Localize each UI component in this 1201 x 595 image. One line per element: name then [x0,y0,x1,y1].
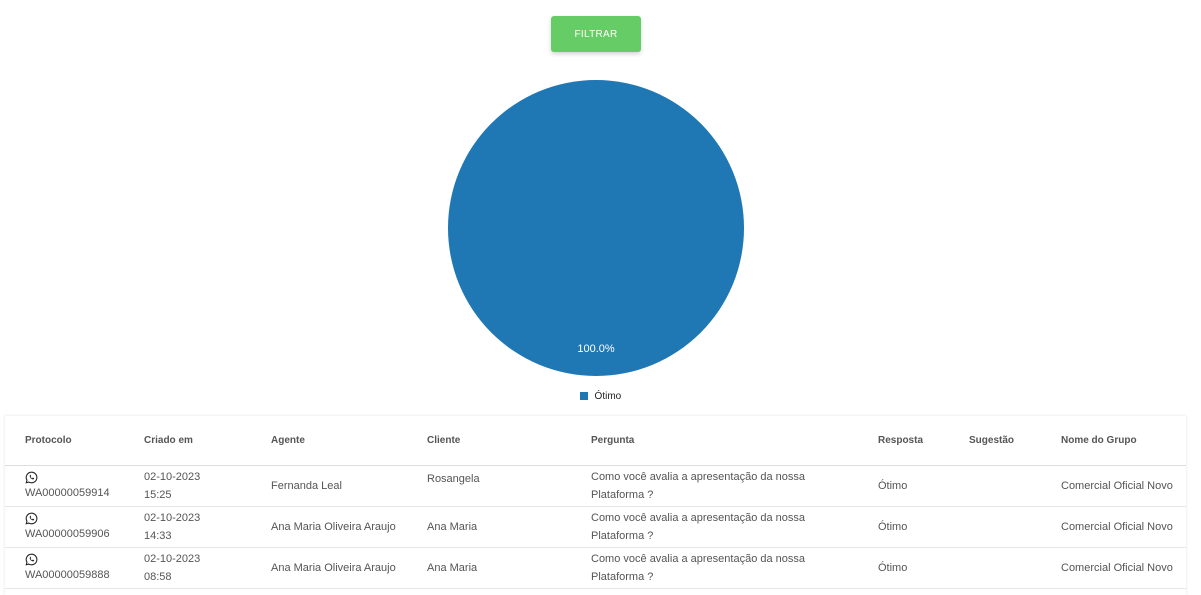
results-table: Protocolo Criado em Agente Cliente Pergu… [5,416,1186,589]
cell-cliente: Ana Maria [407,506,571,548]
table-header-row: Protocolo Criado em Agente Cliente Pergu… [5,416,1186,466]
cell-protocolo: WA00000059906 [5,506,124,548]
created-date: 02-10-2023 [144,552,201,565]
created-time: 08:58 [144,570,172,583]
cell-sugestao [949,465,1041,507]
protocol-number: WA00000059906 [25,527,110,540]
cell-grupo: Comercial Oficial Novo [1041,465,1186,507]
created-time: 15:25 [144,488,172,501]
table-row[interactable]: WA00000059888 02-10-2023 08:58 Ana Maria… [5,547,1186,589]
cell-criado: 02-10-2023 08:58 [124,547,251,589]
cell-pergunta: Como você avalia a apresentação da nossa… [571,465,858,507]
cell-pergunta: Como você avalia a apresentação da nossa… [571,547,858,589]
created-time: 14:33 [144,529,172,542]
whatsapp-icon [25,512,38,525]
col-header-pergunta[interactable]: Pergunta [571,416,858,466]
col-header-grupo[interactable]: Nome do Grupo [1041,416,1186,466]
whatsapp-icon [25,471,38,484]
cell-protocolo: WA00000059914 [5,465,124,507]
col-header-criado[interactable]: Criado em [124,416,251,466]
cell-cliente: Ana Maria [407,547,571,589]
cell-agente: Ana Maria Oliveira Araujo [251,547,407,589]
cell-resposta: Ótimo [858,547,949,589]
cell-grupo: Comercial Oficial Novo [1041,547,1186,589]
legend-label: Ótimo [594,391,622,402]
table-row[interactable]: WA00000059906 02-10-2023 14:33 Ana Maria… [5,506,1186,548]
pie-chart-svg: 100.0% [448,80,744,376]
chart-legend: Ótimo [0,391,1201,402]
filter-button[interactable]: FILTRAR [551,16,641,52]
protocol-number: WA00000059888 [25,568,110,581]
col-header-sugestao[interactable]: Sugestão [949,416,1041,466]
pie-chart: 100.0% [0,60,1201,410]
legend-swatch [579,392,588,400]
whatsapp-icon [25,553,38,566]
col-header-agente[interactable]: Agente [251,416,407,466]
cell-sugestao [949,506,1041,548]
cell-pergunta: Como você avalia a apresentação da nossa… [571,506,858,548]
cell-agente: Ana Maria Oliveira Araujo [251,506,407,548]
col-header-cliente[interactable]: Cliente [407,416,571,466]
results-table-card: Protocolo Criado em Agente Cliente Pergu… [5,416,1186,595]
cell-grupo: Comercial Oficial Novo [1041,506,1186,548]
cell-agente: Fernanda Leal [251,465,407,507]
pie-slice-label-0: 100.0% [577,343,615,355]
col-header-protocolo[interactable]: Protocolo [5,416,124,466]
cell-cliente: Rosangela [407,465,571,507]
cell-sugestao [949,547,1041,589]
cell-criado: 02-10-2023 15:25 [124,465,251,507]
created-date: 02-10-2023 [144,470,201,483]
cell-resposta: Ótimo [858,506,949,548]
protocol-number: WA00000059914 [25,486,110,499]
report-page: FILTRAR 100.0% Ótimo Protocolo Criado em [0,0,1201,595]
col-header-resposta[interactable]: Resposta [858,416,949,466]
pie-slice-0[interactable] [448,80,744,376]
created-date: 02-10-2023 [144,511,201,524]
table-row[interactable]: WA00000059914 02-10-2023 15:25 Fernanda … [5,465,1186,507]
cell-criado: 02-10-2023 14:33 [124,506,251,548]
cell-resposta: Ótimo [858,465,949,507]
cell-protocolo: WA00000059888 [5,547,124,589]
